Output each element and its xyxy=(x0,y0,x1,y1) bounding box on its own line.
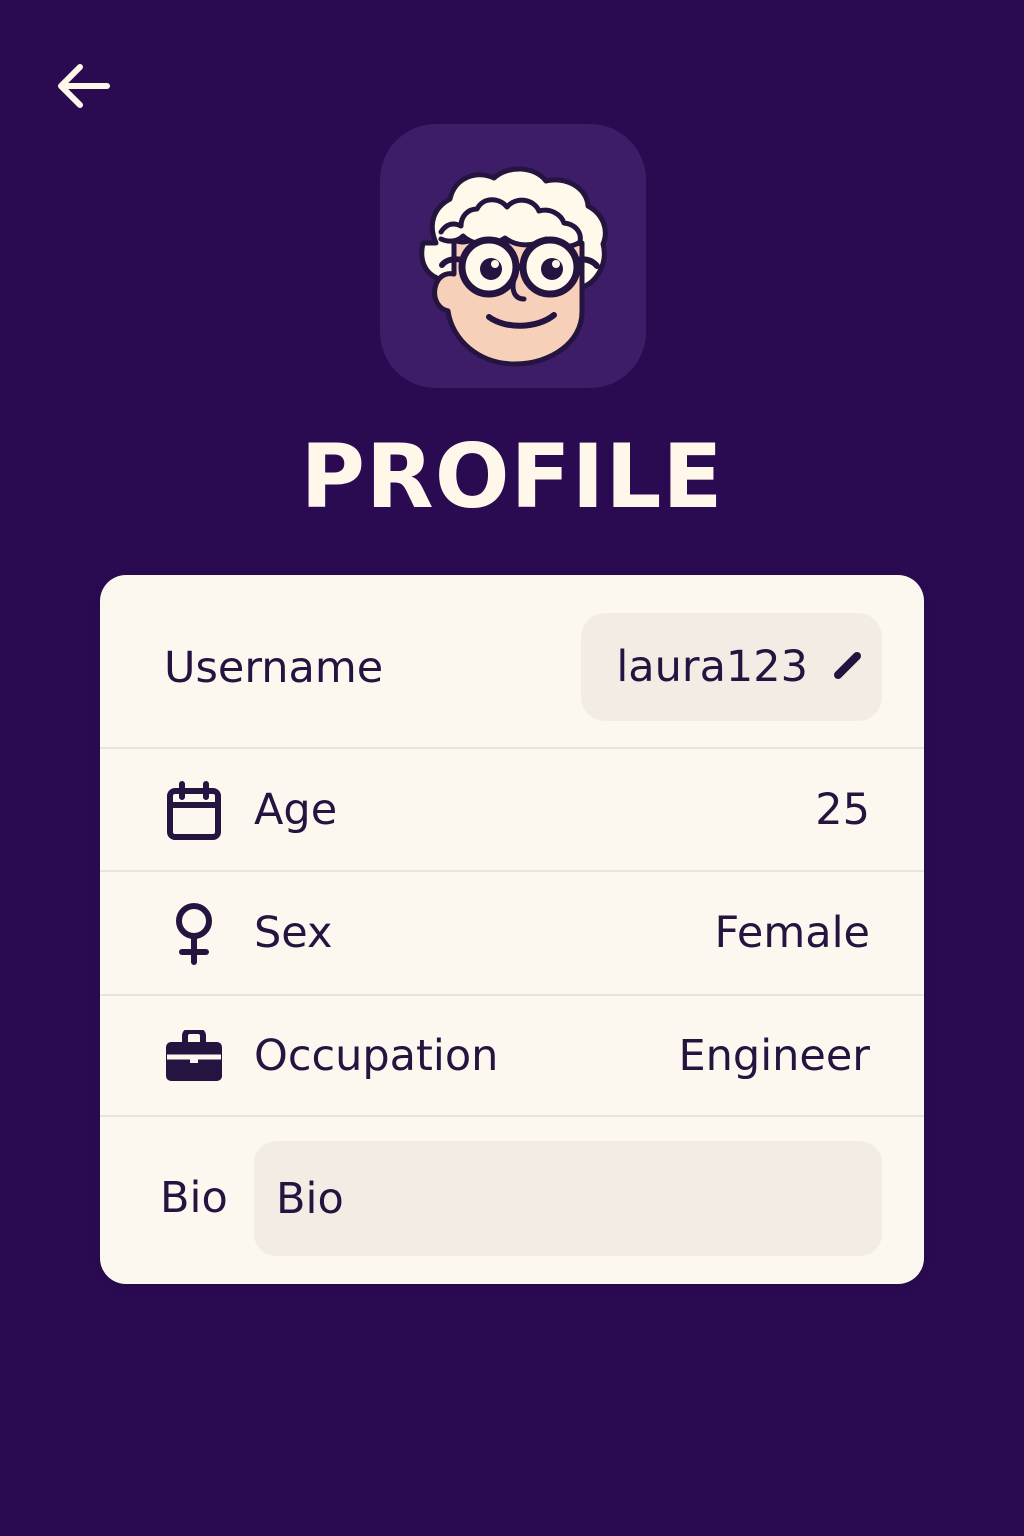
username-label: Username xyxy=(164,643,384,693)
occupation-row: Occupation Engineer xyxy=(100,996,924,1117)
age-value: 25 xyxy=(815,785,870,835)
bio-label: Bio xyxy=(160,1173,228,1223)
calendar-icon xyxy=(164,781,224,841)
briefcase-icon xyxy=(164,1026,224,1086)
sex-row: Sex Female xyxy=(100,872,924,996)
bio-input[interactable] xyxy=(254,1141,882,1256)
username-field[interactable]: laura123 xyxy=(581,613,882,721)
occupation-value: Engineer xyxy=(678,1031,870,1081)
page-title: PROFILE xyxy=(300,425,724,528)
age-row: Age 25 xyxy=(100,749,924,872)
profile-card: Username laura123 Age 25 Sex Female Occu… xyxy=(100,575,924,1284)
arrow-left-icon xyxy=(52,56,112,120)
username-value: laura123 xyxy=(616,642,808,692)
avatar xyxy=(380,124,646,388)
sex-value: Female xyxy=(714,908,870,958)
female-symbol-icon xyxy=(164,903,224,965)
username-row: Username laura123 xyxy=(100,575,924,749)
bio-row: Bio xyxy=(100,1117,924,1284)
pencil-icon[interactable] xyxy=(828,646,866,688)
back-button[interactable] xyxy=(48,58,116,118)
avatar-icon xyxy=(393,139,633,373)
occupation-label: Occupation xyxy=(254,1031,499,1081)
age-label: Age xyxy=(254,785,338,835)
sex-label: Sex xyxy=(254,908,333,958)
